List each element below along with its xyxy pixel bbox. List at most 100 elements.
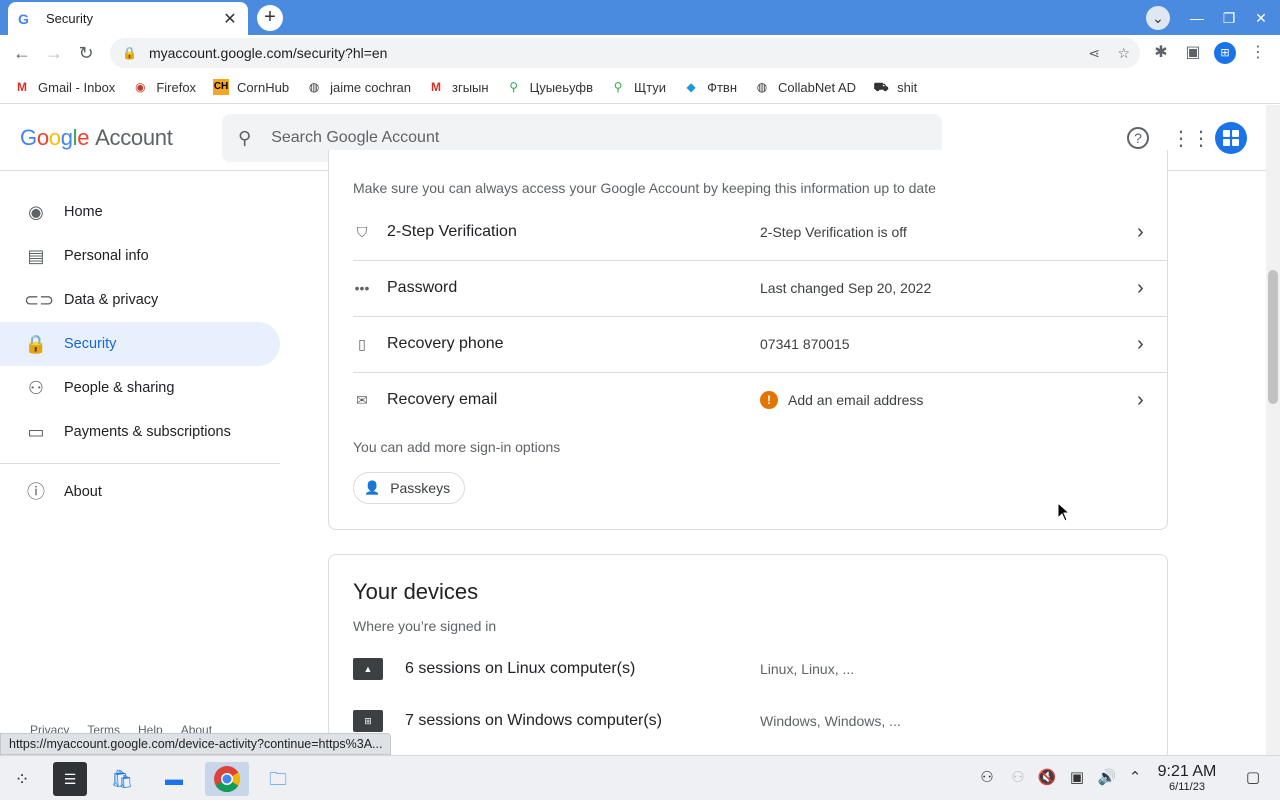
restore-button[interactable]: ❐: [1217, 6, 1241, 30]
row-recovery-phone[interactable]: ▯ Recovery phone 07341 870015 ›: [353, 316, 1167, 372]
chevron-right-icon: ›: [1137, 276, 1144, 299]
tab-title: Security: [46, 11, 93, 26]
browser-toolbar: ← → ↻ 🔒 myaccount.google.com/security?hl…: [0, 35, 1280, 71]
bookmark-star-icon[interactable]: ☆: [1117, 45, 1130, 62]
files-app-icon[interactable]: ▬: [157, 762, 191, 796]
bookmark-item[interactable]: ⚲ Щтуи: [610, 79, 666, 95]
shield-icon: ⛉: [356, 223, 368, 240]
chevron-right-icon: ›: [1137, 388, 1144, 411]
chevron-right-icon: ›: [1137, 332, 1144, 355]
sidebar-divider: [0, 463, 280, 464]
toggle-icon: ⊂⊃: [24, 290, 55, 310]
gmail-icon: M: [431, 80, 442, 94]
share-icon[interactable]: ⋖: [1088, 45, 1100, 62]
recovery-email-value: Add an email address: [788, 392, 924, 408]
url-text: myaccount.google.com/security?hl=en: [148, 45, 388, 61]
maps-icon: ⚲: [613, 80, 623, 94]
chevron-right-icon: ›: [1137, 220, 1144, 243]
sidebar-item-security[interactable]: 🔒 Security: [0, 322, 280, 366]
reload-button[interactable]: ↻: [70, 37, 102, 69]
google-wordmark: G: [20, 125, 37, 150]
ch-icon: CH: [213, 79, 230, 95]
menu-kebab-icon[interactable]: ⋮: [1247, 42, 1269, 64]
sidebar-item-payments[interactable]: ▭ Payments & subscriptions: [0, 410, 280, 454]
warning-icon: !: [760, 391, 778, 409]
network-icon[interactable]: ▣: [1067, 768, 1087, 788]
chrome-app-icon[interactable]: [205, 762, 249, 796]
phone-icon: ▯: [358, 335, 366, 352]
avatar[interactable]: [1215, 122, 1247, 154]
car-icon: ⛟: [873, 80, 889, 94]
id-card-icon: ▤: [27, 246, 45, 266]
close-window-button[interactable]: ✕: [1249, 6, 1273, 30]
search-input[interactable]: [271, 129, 872, 147]
mute-icon[interactable]: 🔇: [1037, 768, 1057, 788]
mouse-cursor: [1057, 502, 1069, 522]
row-password[interactable]: ••• Password Last changed Sep 20, 2022 ›: [353, 260, 1167, 316]
passkeys-button[interactable]: 👤 Passkeys: [353, 472, 466, 504]
sidebar-item-about[interactable]: ⓘ About: [0, 470, 280, 514]
tab-search-button[interactable]: ⌄: [1146, 6, 1170, 30]
back-button[interactable]: ←: [6, 37, 38, 69]
sidebar-item-home[interactable]: ◉ Home: [0, 190, 280, 234]
store-app-icon[interactable]: 🛍: [105, 762, 139, 796]
diamond-icon: ◆: [686, 80, 696, 94]
bookmark-item[interactable]: ⛟ shit: [873, 79, 918, 95]
devices-title: Your devices: [353, 579, 479, 604]
app-launcher-icon[interactable]: ⁘: [5, 762, 39, 796]
bookmark-item[interactable]: ◍ jaime cochran: [306, 79, 411, 95]
chevron-up-icon[interactable]: ⌃: [1125, 768, 1145, 788]
sidebar-item-data-privacy[interactable]: ⊂⊃ Data & privacy: [0, 278, 280, 322]
bookmark-item[interactable]: ⚲ Цуыеьуфв: [506, 79, 593, 95]
devices-card: Your devices Where you’re signed in ▲ 6 …: [328, 554, 1168, 764]
maps-icon: ⚲: [509, 80, 518, 94]
help-icon[interactable]: ?: [1127, 127, 1149, 149]
chrome-logo-icon: [214, 766, 241, 793]
show-desktop-icon[interactable]: ▢: [1243, 768, 1263, 788]
windows-computer-icon: ⊞: [353, 710, 383, 732]
lock-icon: 🔒: [122, 46, 137, 60]
profile-avatar-icon[interactable]: ⊞: [1214, 42, 1236, 64]
bookmark-item[interactable]: ◍ CollabNet AD: [754, 79, 856, 95]
extensions-icon[interactable]: ✱: [1150, 42, 1172, 64]
bookmark-item[interactable]: ◆ Фтвн: [683, 79, 737, 95]
device-row-windows[interactable]: ⊞ 7 sessions on Windows computer(s) Wind…: [353, 701, 1143, 741]
page-scrollbar[interactable]: [1266, 105, 1280, 755]
bookmark-item[interactable]: M Gmail - Inbox: [14, 79, 115, 95]
account-wordmark: Account: [95, 125, 173, 150]
tab-security[interactable]: G Security ✕: [8, 2, 248, 35]
people-icon: ⚇: [27, 378, 45, 398]
forward-button[interactable]: →: [38, 37, 70, 69]
bookmark-item[interactable]: Mзгыын: [428, 79, 489, 95]
google-account-logo[interactable]: Google Account: [20, 125, 173, 151]
firefox-icon: ◉: [135, 80, 146, 94]
address-bar[interactable]: 🔒 myaccount.google.com/security?hl=en ⋖ …: [110, 38, 1140, 68]
search-icon[interactable]: ⚲: [238, 128, 251, 149]
settings-app-icon[interactable]: ☰: [53, 762, 87, 796]
user-icon[interactable]: ⚇: [977, 768, 997, 788]
device-row-linux[interactable]: ▲ 6 sessions on Linux computer(s) Linux,…: [353, 649, 1143, 689]
row-recovery-email[interactable]: ✉ Recovery email ! Add an email address ›: [353, 372, 1167, 428]
google-g-icon: G: [18, 10, 29, 27]
close-tab-icon[interactable]: ✕: [222, 9, 238, 29]
system-clock[interactable]: 9:21 AM 6/11/23: [1152, 763, 1222, 793]
new-tab-button[interactable]: +: [257, 5, 283, 31]
minimize-button[interactable]: —: [1185, 6, 1209, 30]
sidebar-item-personal-info[interactable]: ▤ Personal info: [0, 234, 280, 278]
clock-time: 9:21 AM: [1157, 763, 1217, 780]
side-panel-icon[interactable]: ▣: [1182, 42, 1204, 64]
scrollbar-thumb[interactable]: [1268, 270, 1278, 404]
card-icon: ▭: [27, 422, 45, 442]
bookmark-item[interactable]: ◉ Firefox: [132, 79, 196, 95]
sidebar-item-people-sharing[interactable]: ⚇ People & sharing: [0, 366, 280, 410]
user-switch-icon[interactable]: ⚇: [1008, 768, 1028, 788]
more-signin-options-text: You can add more sign-in options: [353, 439, 561, 455]
bookmarks-bar: M Gmail - Inbox ◉ Firefox CH CornHub ◍ jaime…: [0, 71, 1280, 104]
gmail-icon: M: [17, 80, 27, 94]
folder-app-icon[interactable]: 🗀: [261, 762, 295, 796]
apps-grid-icon[interactable]: ⋮⋮: [1171, 127, 1211, 151]
browser-tab-bar: G Security ✕ + ⌄ — ❐ ✕: [0, 0, 1280, 35]
volume-icon[interactable]: 🔊: [1097, 768, 1117, 788]
bookmark-item[interactable]: CH CornHub: [213, 79, 289, 95]
row-2step-verification[interactable]: ⛉ 2-Step Verification 2-Step Verificatio…: [353, 204, 1167, 260]
